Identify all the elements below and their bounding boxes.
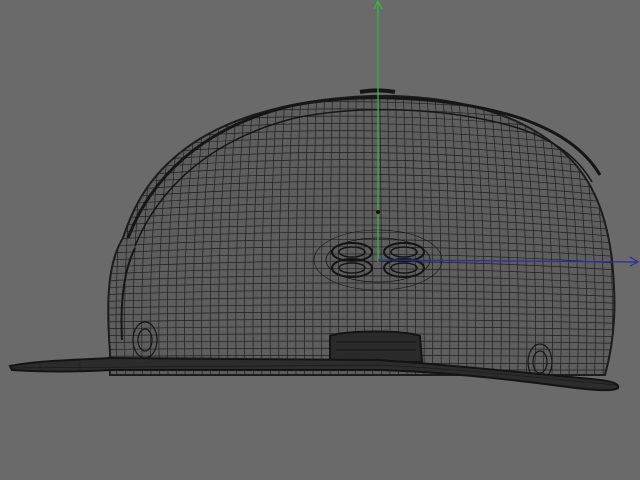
3d-viewport[interactable]: [0, 0, 640, 480]
back-strap-opening: [329, 330, 424, 363]
viewport-canvas[interactable]: [0, 0, 640, 480]
pivot-point[interactable]: [376, 210, 380, 214]
